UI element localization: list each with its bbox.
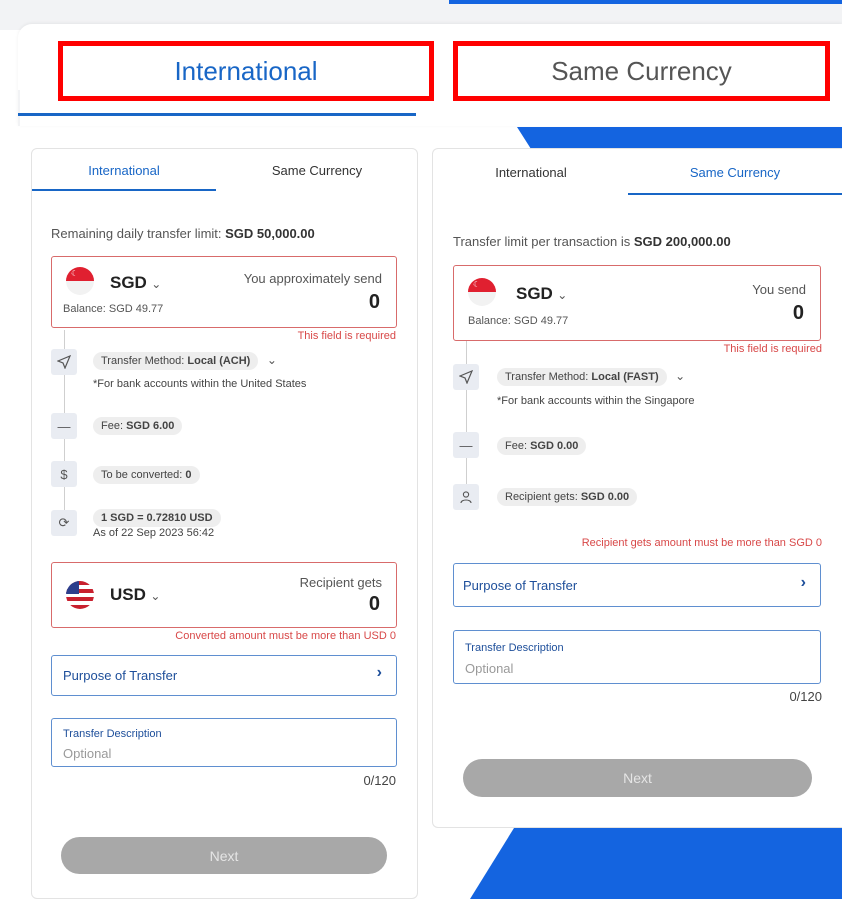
- transfer-description-field[interactable]: Transfer Description Optional: [453, 630, 821, 684]
- chevron-down-icon: ⌄: [557, 288, 568, 302]
- daily-limit-text: Remaining daily transfer limit: SGD 50,0…: [51, 226, 315, 241]
- purpose-label: Purpose of Transfer: [463, 578, 578, 593]
- transfer-method-note: *For bank accounts within the United Sta…: [93, 378, 307, 390]
- tab-active-underline: [32, 189, 216, 191]
- person-icon: [453, 484, 479, 510]
- dollar-icon: $: [51, 461, 77, 487]
- big-tab-international[interactable]: International: [58, 41, 434, 101]
- transaction-limit-text: Transfer limit per transaction is SGD 20…: [453, 234, 731, 249]
- us-flag-icon: [66, 581, 94, 609]
- sg-flag-icon: ☾: [66, 267, 94, 295]
- transfer-method-note: *For bank accounts within the Singapore: [497, 395, 695, 407]
- transfer-description-label: Transfer Description: [63, 728, 162, 740]
- fee-pill: Fee: SGD 6.00: [93, 417, 183, 435]
- rate-date: As of 22 Sep 2023 56:42: [93, 527, 215, 539]
- send-error-text: This field is required: [723, 343, 822, 355]
- transfer-method-pill: Transfer Method: Local (ACH): [93, 352, 259, 370]
- send-icon: [51, 349, 77, 375]
- description-char-counter: 0/120: [789, 689, 822, 704]
- sg-flag-icon: ☾: [468, 278, 496, 306]
- send-icon: [453, 364, 479, 390]
- recipient-gets-pill: Recipient gets: SGD 0.00: [497, 488, 638, 506]
- tab-same-currency[interactable]: Same Currency: [222, 150, 412, 190]
- purpose-of-transfer-button[interactable]: Purpose of Transfer ›: [51, 655, 397, 696]
- send-currency-select[interactable]: SGD ⌄: [110, 273, 161, 293]
- receive-currency-select[interactable]: USD ⌄: [110, 585, 160, 605]
- transfer-description-placeholder: Optional: [465, 661, 514, 676]
- balance-text: Balance: SGD 49.77: [63, 303, 164, 315]
- description-char-counter: 0/120: [363, 773, 396, 788]
- transfer-method-pill: Transfer Method: Local (FAST): [497, 368, 667, 386]
- refresh-icon: ⟳: [51, 510, 77, 536]
- send-currency-code: SGD: [110, 273, 147, 292]
- transfer-description-placeholder: Optional: [63, 746, 112, 761]
- top-card-edge: [18, 90, 20, 126]
- next-button[interactable]: Next: [61, 837, 387, 874]
- transfer-description-field[interactable]: Transfer Description Optional: [51, 718, 397, 767]
- minus-icon: —: [51, 413, 77, 439]
- chevron-right-icon: ›: [376, 664, 382, 681]
- recipient-error-text: Recipient gets amount must be more than …: [581, 537, 822, 549]
- chevron-down-icon: ⌄: [150, 589, 161, 603]
- transfer-method-row[interactable]: Transfer Method: Local (FAST) ⌄: [497, 367, 685, 386]
- chevron-right-icon: ›: [800, 574, 806, 591]
- transaction-limit-value: SGD 200,000.00: [633, 234, 731, 249]
- receive-amount-box[interactable]: USD ⌄ Recipient gets 0: [51, 562, 397, 628]
- next-button[interactable]: Next: [463, 759, 812, 797]
- transfer-description-label: Transfer Description: [465, 642, 564, 654]
- purpose-label: Purpose of Transfer: [63, 668, 178, 683]
- send-currency-code: SGD: [516, 284, 553, 303]
- receive-amount-value: 0: [368, 593, 380, 615]
- receive-error-text: Converted amount must be more than USD 0: [175, 630, 396, 642]
- purpose-of-transfer-button[interactable]: Purpose of Transfer ›: [453, 563, 821, 607]
- send-amount-box[interactable]: ☾ SGD ⌄ Balance: SGD 49.77 You approxima…: [51, 256, 397, 328]
- chevron-down-icon[interactable]: ⌄: [267, 353, 277, 367]
- receive-currency-code: USD: [110, 585, 146, 604]
- send-amount-value[interactable]: 0: [793, 302, 804, 325]
- big-tab-underline: [18, 113, 416, 116]
- same-currency-panel: [432, 148, 842, 828]
- minus-icon: —: [453, 432, 479, 458]
- receive-label: Recipient gets: [299, 575, 382, 590]
- chevron-down-icon: ⌄: [151, 277, 162, 291]
- tab-international[interactable]: International: [32, 150, 216, 190]
- tab-international[interactable]: International: [434, 152, 628, 192]
- send-label: You send: [752, 282, 806, 297]
- big-tab-same-currency[interactable]: Same Currency: [453, 41, 830, 101]
- transfer-method-row[interactable]: Transfer Method: Local (ACH) ⌄: [93, 351, 277, 370]
- balance-text: Balance: SGD 49.77: [468, 315, 569, 327]
- top-blue-bar: [449, 0, 842, 4]
- daily-limit-label: Remaining daily transfer limit:: [51, 226, 226, 241]
- send-error-text: This field is required: [297, 330, 396, 342]
- tab-active-underline: [628, 193, 842, 195]
- tab-same-currency[interactable]: Same Currency: [628, 152, 842, 192]
- send-amount-value[interactable]: 0: [369, 291, 380, 314]
- send-currency-select[interactable]: SGD ⌄: [516, 284, 567, 304]
- daily-limit-value: SGD 50,000.00: [225, 226, 315, 241]
- decorative-blue-shape-top: [517, 127, 842, 149]
- rate-pill: 1 SGD = 0.72810 USD: [93, 509, 221, 527]
- chevron-down-icon[interactable]: ⌄: [675, 369, 685, 383]
- converted-pill: To be converted: 0: [93, 466, 200, 484]
- send-amount-box[interactable]: ☾ SGD ⌄ Balance: SGD 49.77 You send 0: [453, 265, 821, 341]
- fee-pill: Fee: SGD 0.00: [497, 437, 587, 455]
- send-label: You approximately send: [243, 271, 382, 286]
- transaction-limit-label: Transfer limit per transaction is: [453, 234, 634, 249]
- decorative-blue-shape-bottom: [470, 828, 842, 899]
